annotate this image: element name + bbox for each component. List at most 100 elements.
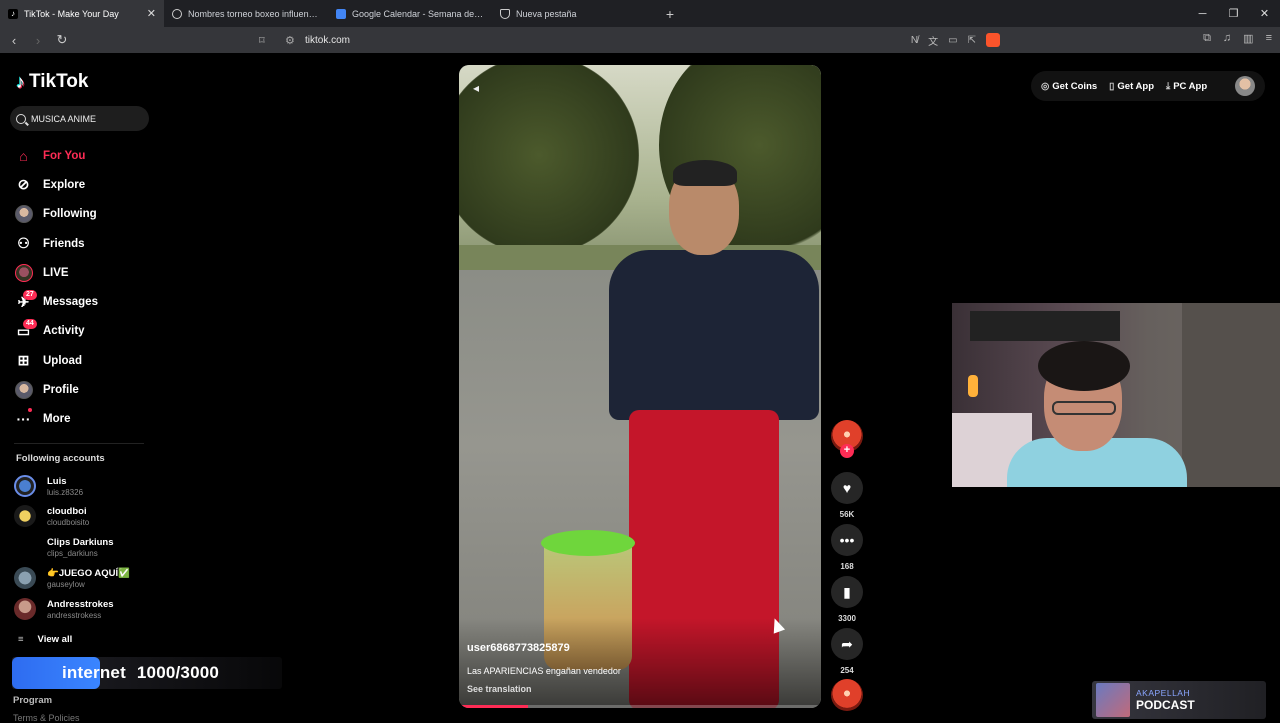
get-coins-button[interactable]: ◎ Get Coins	[1041, 81, 1097, 92]
webcam-lamp	[968, 375, 978, 397]
sidebar-item-for-you[interactable]: ⌂ For You	[14, 141, 154, 170]
reload-icon[interactable]: ↻	[52, 30, 72, 50]
tiktok-icon: ♪	[8, 8, 18, 19]
share-count: 254	[840, 666, 854, 675]
sidebar-item-label: Friends	[43, 237, 85, 250]
sidebar-item-friends[interactable]: ⚇ Friends	[14, 229, 154, 258]
account-item[interactable]: Luis luis.z8326	[14, 475, 83, 497]
video-progress-bar[interactable]	[459, 705, 821, 708]
tab-chatgpt[interactable]: Nombres torneo boxeo influencers	[164, 0, 328, 27]
terms-link[interactable]: Terms & Policies	[13, 713, 80, 723]
sidebar-item-explore[interactable]: ⊘ Explore	[14, 170, 154, 199]
webcam-shelf	[970, 311, 1120, 341]
compass-icon: ⊘	[17, 176, 30, 193]
messages-badge: 27	[23, 289, 37, 300]
forward-icon[interactable]: ›	[28, 30, 48, 50]
brave-shield-icon[interactable]	[986, 33, 1000, 47]
close-icon[interactable]: ✕	[147, 7, 156, 20]
sidebar-item-label: For You	[43, 149, 86, 162]
video-username[interactable]: user6868773825879	[467, 642, 570, 654]
account-item[interactable]: Clips Darkiuns clips_darkiuns	[14, 536, 114, 558]
minimize-icon[interactable]: ─	[1187, 0, 1218, 27]
video-player[interactable]: ◂ user6868773825879 Las APARIENCIAS enga…	[459, 65, 821, 708]
see-translation-link[interactable]: See translation	[467, 684, 532, 694]
account-name: cloudboi	[47, 505, 87, 517]
avatar[interactable]	[1235, 76, 1255, 96]
back-icon[interactable]: ‹	[4, 30, 24, 50]
account-item[interactable]: Andresstrokes andresstrokess	[14, 598, 114, 620]
follow-plus-icon[interactable]: +	[840, 444, 854, 458]
restore-icon[interactable]: ❐	[1218, 0, 1249, 27]
bookmark-icon[interactable]: ⌑	[259, 34, 265, 47]
video-person-shirt	[609, 250, 819, 420]
extensions-icon[interactable]: ⧉	[1203, 32, 1211, 45]
comment-icon[interactable]: •••	[831, 524, 863, 556]
bookmark-icon[interactable]: ▮	[831, 576, 863, 608]
window-controls: ─ ❐ ✕	[1187, 0, 1280, 27]
webcam-door	[1182, 303, 1280, 487]
account-handle: clips_darkiuns	[47, 548, 98, 558]
account-handle: gauseylow	[47, 579, 85, 589]
sidebar-item-label: Explore	[43, 178, 86, 191]
webcam-overlay	[952, 303, 1280, 487]
tiktok-logo-icon: ♪	[16, 71, 25, 92]
tiktok-logo[interactable]: ♪ TikTok	[16, 71, 88, 93]
search-value: MUSICA ANIME	[31, 113, 97, 124]
cast-icon[interactable]: ▭	[948, 35, 957, 46]
live-icon	[14, 263, 33, 282]
list-icon: ≡	[18, 634, 24, 645]
comment-action[interactable]: ••• 168	[831, 524, 863, 571]
pc-app-button[interactable]: ⤓ PC App	[1166, 81, 1207, 92]
url-field[interactable]: ⌑ ⚙ tiktok.com N̸ 文 ▭ ⇱	[255, 30, 1000, 50]
podcast-thumbnail	[1096, 683, 1130, 717]
music-disc-icon[interactable]	[831, 679, 863, 711]
view-all-button[interactable]: ≡ View all	[18, 634, 72, 645]
sidebar-item-activity[interactable]: ▭ 44 Activity	[14, 317, 154, 346]
tab-new[interactable]: Nueva pestaña	[492, 0, 656, 27]
translate-icon[interactable]: 文	[928, 33, 938, 48]
tab-tiktok[interactable]: ♪ TikTok - Make Your Day ✕	[0, 0, 164, 27]
tab-title: Nombres torneo boxeo influencers	[188, 8, 320, 19]
menu-icon[interactable]: ≡	[1266, 32, 1272, 45]
profile-avatar-icon	[14, 381, 33, 400]
translate-off-icon[interactable]: N̸	[911, 35, 918, 46]
get-app-label: Get App	[1117, 80, 1154, 92]
site-info-icon[interactable]: ⚙	[285, 34, 295, 47]
save-action[interactable]: ▮ 3300	[831, 576, 863, 623]
webcam-glasses	[1052, 401, 1116, 415]
toolbar-right: ⧉ ♫ ▥ ≡	[1203, 32, 1272, 45]
tab-title: Google Calendar - Semana del 15 de	[352, 8, 484, 19]
save-count: 3300	[838, 614, 856, 623]
account-item[interactable]: 👉JUEGO AQUÍ✅ gauseylow	[14, 567, 130, 589]
new-tab-button[interactable]: +	[656, 0, 684, 27]
volume-icon[interactable]: ◂	[473, 81, 479, 95]
following-accounts-title: Following accounts	[16, 453, 105, 464]
podcast-channel: AKAPELLAH	[1136, 688, 1191, 698]
sidebar-item-label: Profile	[43, 384, 79, 397]
sidebar-item-more[interactable]: ··· More	[14, 405, 154, 434]
tab-title: Nueva pestaña	[516, 8, 577, 19]
share-arrow-icon[interactable]: ➦	[831, 628, 863, 660]
sidebar-item-following[interactable]: Following	[14, 200, 154, 229]
podcast-overlay: AKAPELLAH PODCAST	[1092, 681, 1266, 719]
sidebar-icon[interactable]: ▥	[1243, 32, 1253, 45]
sidebar-item-messages[interactable]: ✈ 27 Messages	[14, 287, 154, 316]
sidebar-item-live[interactable]: LIVE	[14, 258, 154, 287]
video-progress-fill	[459, 705, 528, 708]
heart-icon[interactable]: ♥	[831, 472, 863, 504]
creator-avatar[interactable]: +	[831, 420, 863, 458]
close-window-icon[interactable]: ✕	[1249, 0, 1280, 27]
like-action[interactable]: ♥ 56K	[831, 472, 863, 519]
media-icon[interactable]: ♫	[1223, 32, 1231, 45]
account-item[interactable]: cloudboi cloudboisito	[14, 505, 89, 527]
search-icon	[16, 113, 26, 124]
program-link[interactable]: Program	[13, 695, 52, 706]
share-action[interactable]: ➦ 254	[831, 628, 863, 675]
sidebar-item-upload[interactable]: ⊞ Upload	[14, 346, 154, 375]
sidebar-item-profile[interactable]: Profile	[14, 375, 154, 404]
tab-calendar[interactable]: Google Calendar - Semana del 15 de	[328, 0, 492, 27]
search-input[interactable]: MUSICA ANIME	[10, 106, 149, 131]
get-coins-label: Get Coins	[1052, 80, 1098, 92]
share-icon[interactable]: ⇱	[968, 35, 976, 46]
get-app-button[interactable]: ▯ Get App	[1109, 81, 1154, 92]
